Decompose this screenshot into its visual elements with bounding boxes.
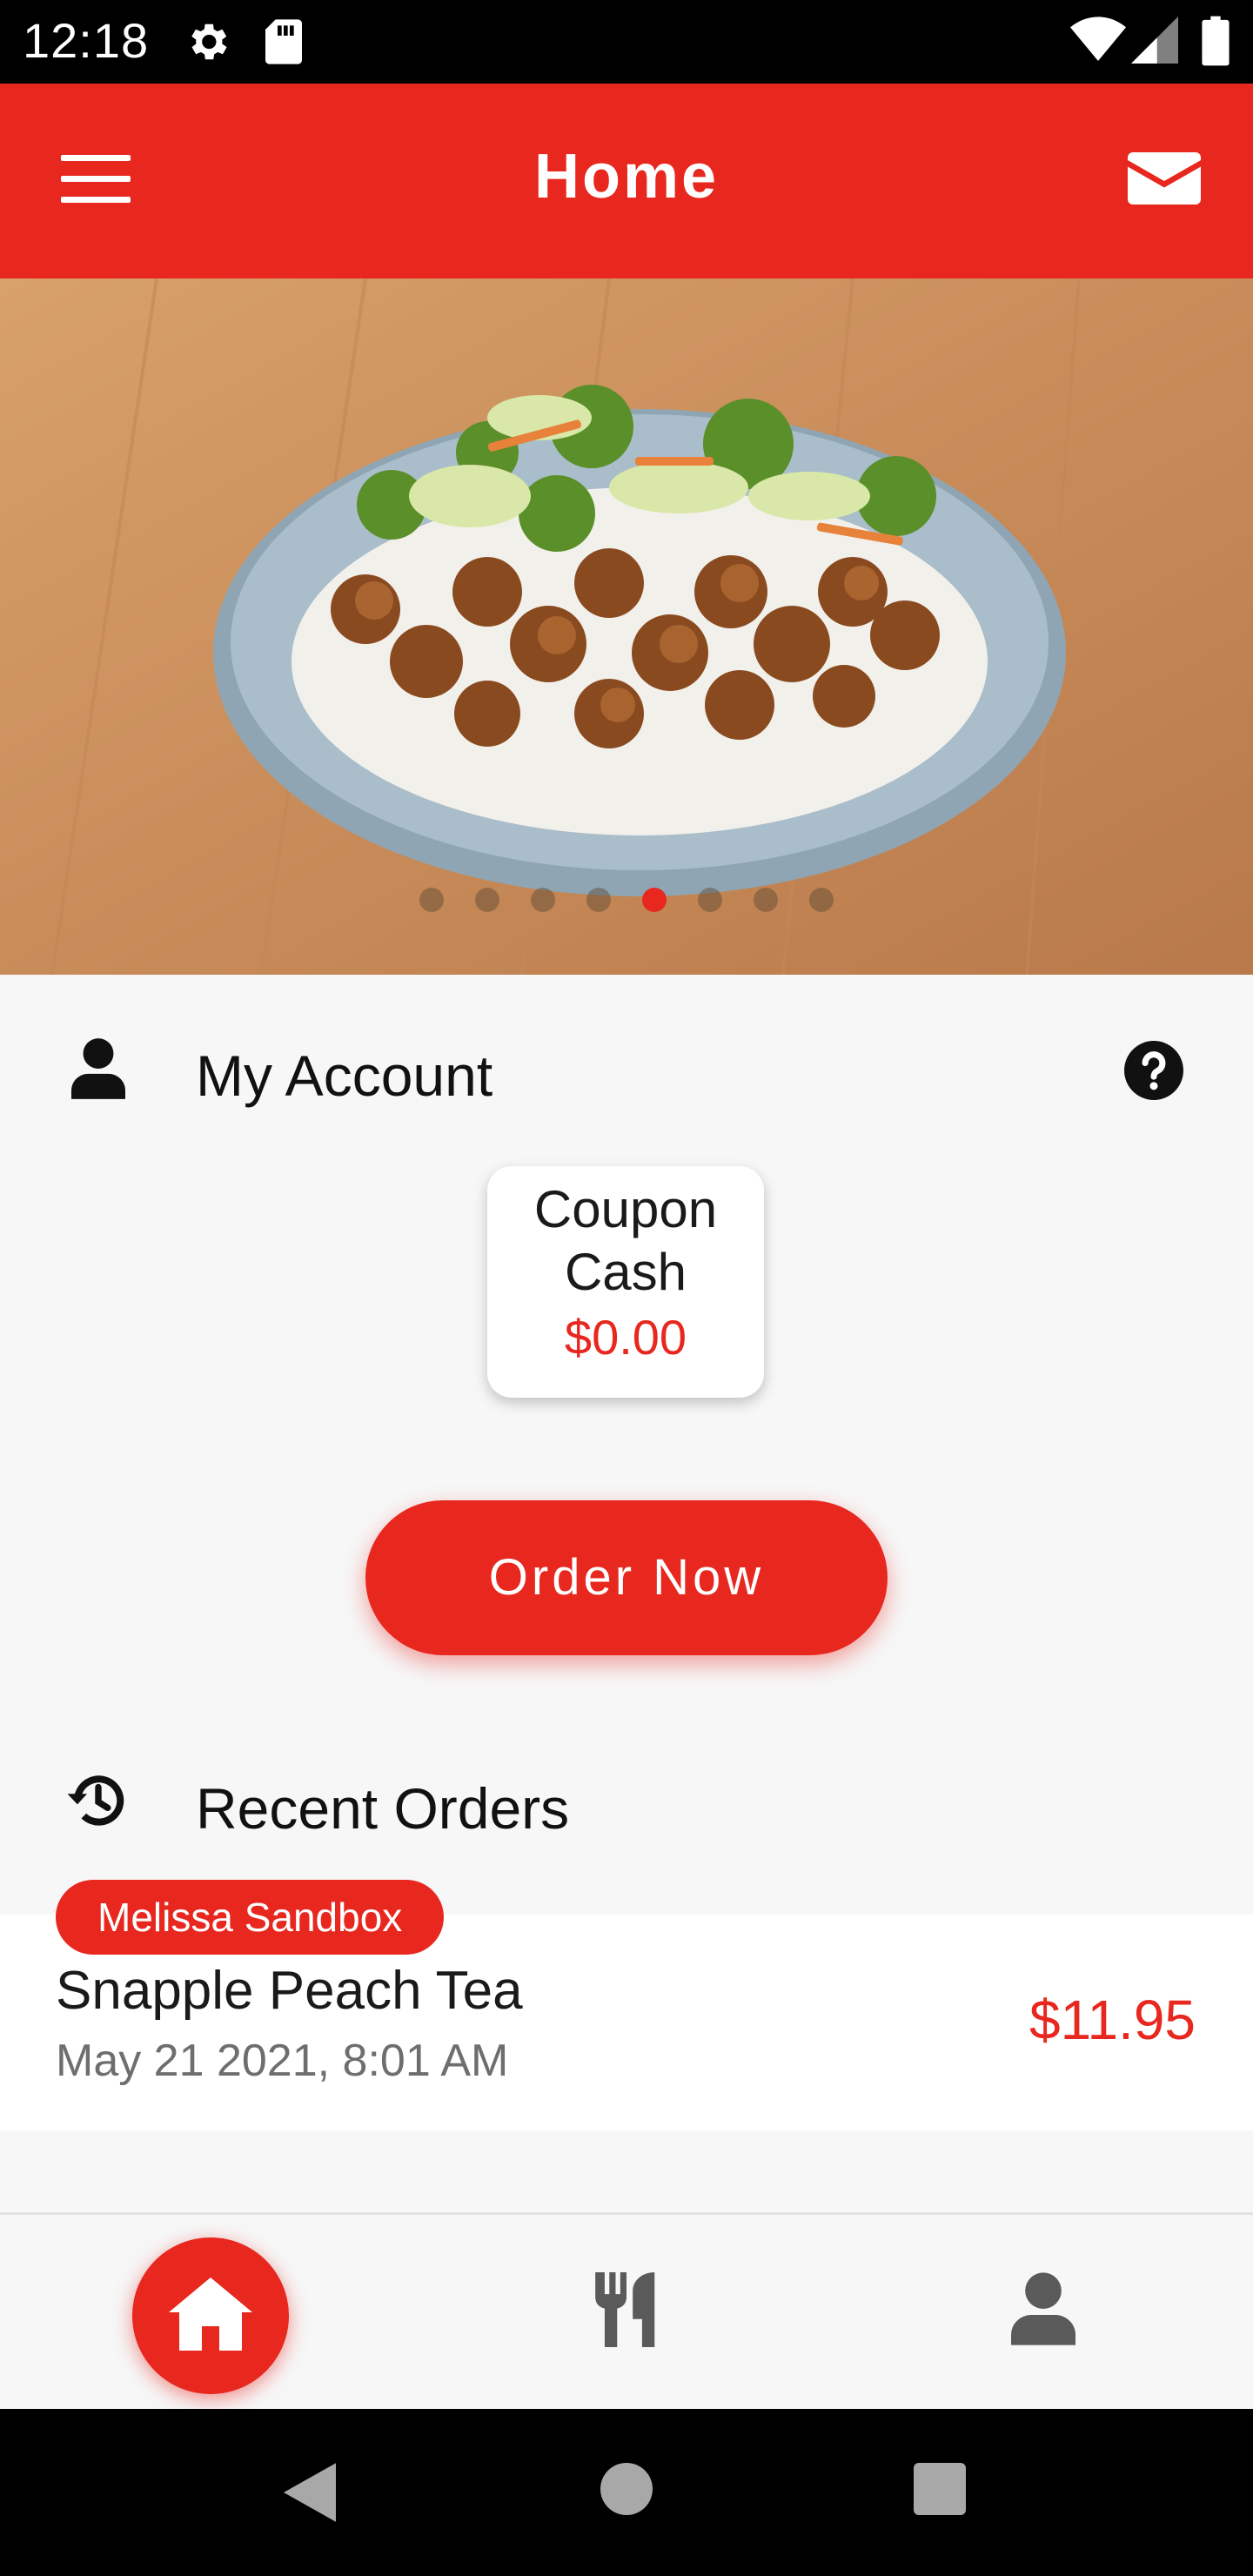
recents-icon[interactable]: [914, 2463, 966, 2515]
coupon-label-line1: Coupon: [533, 1180, 718, 1238]
recent-orders-header: Recent Orders: [0, 1751, 1253, 1855]
carousel-dot[interactable]: [698, 888, 722, 912]
order-date: May 21 2021, 8:01 AM: [56, 2036, 509, 2086]
carousel-dot[interactable]: [475, 888, 499, 912]
bottom-nav: [0, 2212, 1253, 2412]
mail-icon[interactable]: [1128, 151, 1201, 205]
settings-icon: [191, 23, 227, 60]
nav-home-button[interactable]: [132, 2237, 289, 2394]
carousel-dot[interactable]: [531, 888, 555, 912]
coupon-value: $0.00: [564, 1310, 687, 1365]
page-title: Home: [533, 142, 720, 211]
user-icon[interactable]: [1011, 2272, 1075, 2345]
store-badge: Melissa Sandbox: [56, 1880, 445, 1955]
hero-carousel[interactable]: [0, 278, 1253, 975]
status-bar: 12:18: [0, 0, 1253, 84]
home-icon: [169, 2277, 252, 2351]
carousel-dot[interactable]: [754, 888, 778, 912]
back-icon[interactable]: [284, 2463, 336, 2522]
history-icon: [67, 1775, 124, 1826]
signal-icon: [1131, 17, 1178, 64]
my-account-header: My Account: [0, 1018, 1253, 1123]
carousel-dot[interactable]: [809, 888, 834, 912]
battery-icon: [1202, 16, 1230, 66]
my-account-title: My Account: [196, 1043, 493, 1108]
coupon-label-line2: Cash: [564, 1243, 687, 1301]
recent-orders-title: Recent Orders: [196, 1776, 570, 1841]
help-icon[interactable]: [1124, 1041, 1183, 1100]
home-circle-icon[interactable]: [600, 2463, 653, 2515]
order-item-name: Snapple Peach Tea: [56, 1961, 523, 2021]
carousel-dot-active[interactable]: [642, 888, 667, 912]
user-icon: [71, 1038, 125, 1099]
utensils-icon[interactable]: [595, 2272, 658, 2347]
app-bar: Home: [0, 84, 1253, 278]
food-plate-image: [0, 278, 1253, 975]
order-price: $11.95: [1029, 1989, 1196, 2051]
status-time: 12:18: [23, 13, 150, 68]
order-now-button[interactable]: Order Now: [365, 1500, 888, 1655]
sd-card-icon: [265, 19, 302, 64]
system-nav-bar: [0, 2409, 1253, 2576]
wifi-icon: [1070, 17, 1126, 61]
coupon-cash-card[interactable]: Coupon Cash $0.00: [487, 1166, 764, 1398]
carousel-dot[interactable]: [419, 888, 444, 912]
carousel-dot[interactable]: [586, 888, 611, 912]
carousel-indicator[interactable]: [0, 888, 1253, 916]
